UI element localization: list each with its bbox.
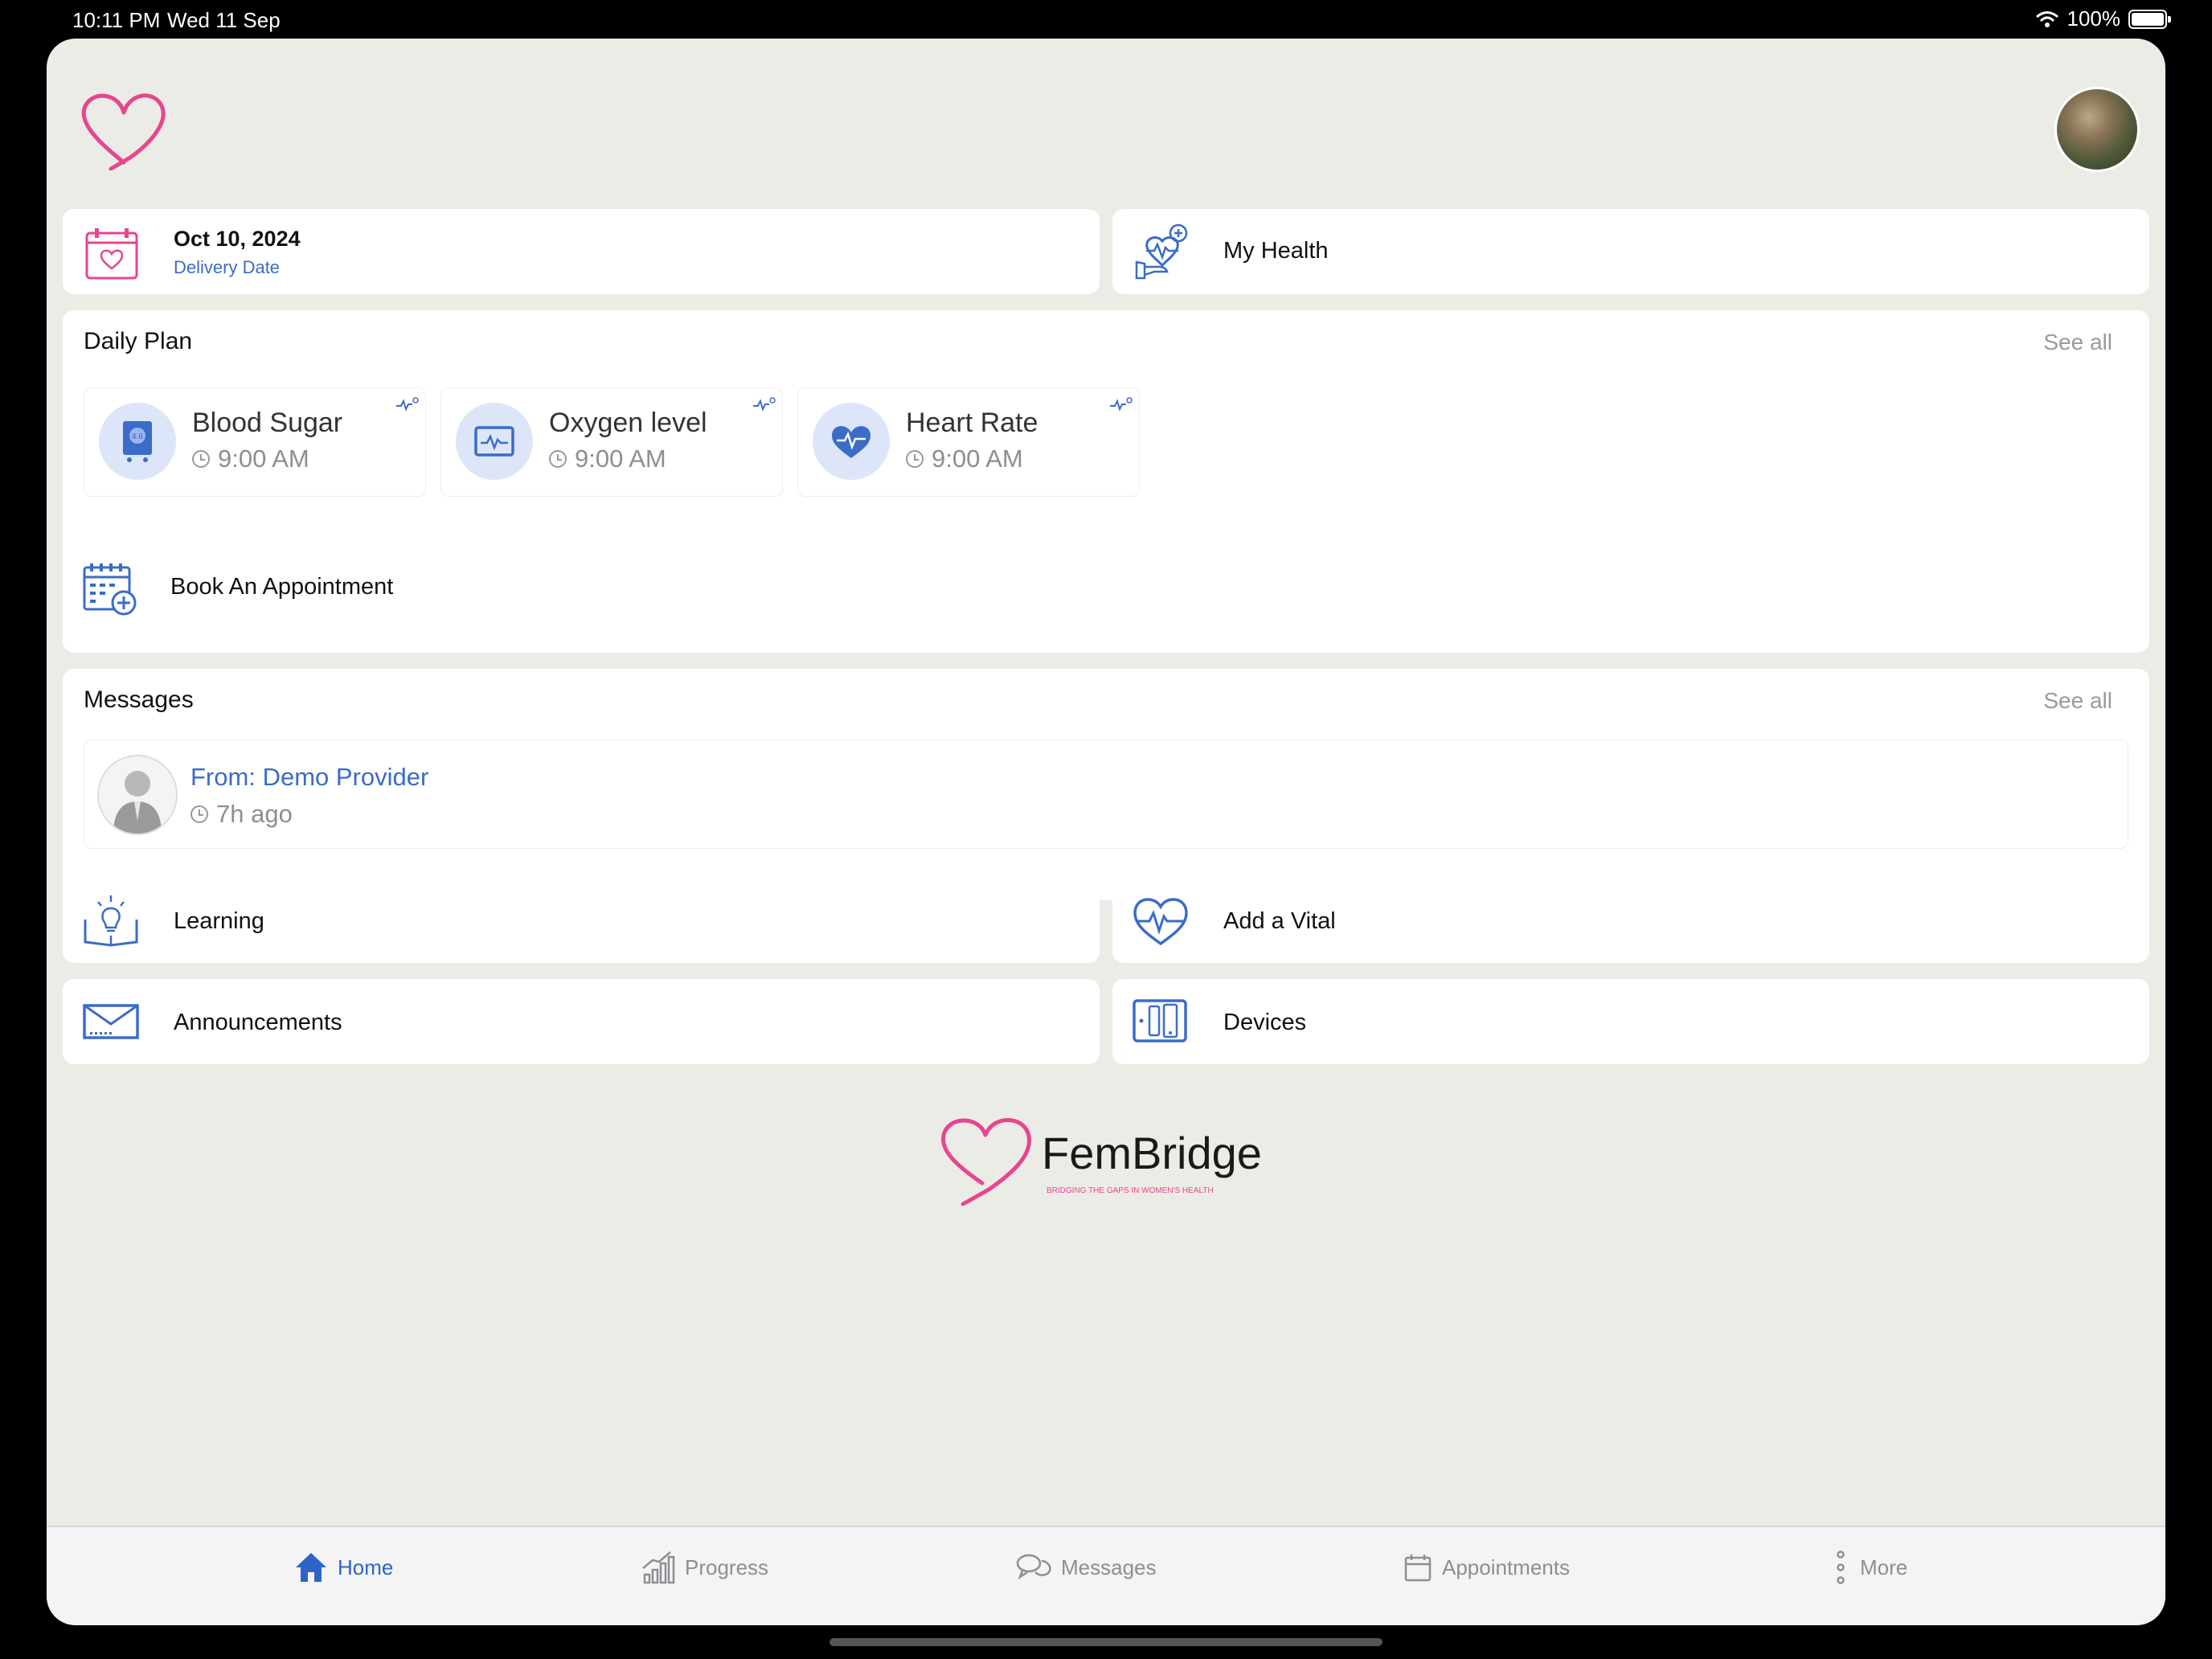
chat-bubbles-icon: [1016, 1554, 1051, 1580]
add-vital-card[interactable]: Add a Vital: [1112, 878, 2149, 963]
more-dots-icon: [1837, 1550, 1845, 1584]
calendar-icon: [1404, 1555, 1432, 1582]
tab-progress[interactable]: Progress: [641, 1527, 768, 1608]
tab-appointments[interactable]: Appointments: [1403, 1527, 1570, 1608]
envelope-icon: [83, 1004, 139, 1039]
heart-pulse-icon: [1133, 898, 1188, 946]
status-bar: 10:11 PM Wed 11 Sep 100%: [0, 0, 2212, 39]
daily-plan-item[interactable]: 4.6 Blood Sugar 9:00 AM: [84, 387, 426, 497]
my-health-label: My Health: [1223, 238, 1329, 264]
delivery-date-card[interactable]: Oct 10, 2024 Delivery Date: [63, 209, 1100, 294]
svg-text:4.6: 4.6: [132, 432, 143, 441]
message-from-name: Demo Provider: [262, 763, 429, 791]
tab-more-label: More: [1860, 1555, 1908, 1579]
daily-plan-item-title: Oxygen level: [549, 408, 707, 438]
brand-logo: FemBridge BRIDGING THE GAPS IN WOMEN'S H…: [939, 1112, 1276, 1209]
blood-sugar-meter-icon: 4.6: [99, 403, 176, 480]
oxygen-monitor-icon: [456, 403, 533, 480]
tab-home-label: Home: [338, 1555, 394, 1579]
provider-avatar: [97, 755, 178, 835]
app-window: Oct 10, 2024 Delivery Date My Health Dai…: [47, 39, 2165, 1625]
battery-percent: 100%: [2067, 6, 2121, 31]
daily-plan-title: Daily Plan: [84, 328, 193, 354]
messages-title: Messages: [84, 686, 194, 713]
calendar-heart-icon: [85, 228, 138, 280]
devices-card[interactable]: Devices: [1112, 979, 2149, 1064]
add-vital-label: Add a Vital: [1223, 908, 1336, 934]
tab-more[interactable]: More: [1831, 1527, 1907, 1608]
tab-messages-label: Messages: [1061, 1555, 1157, 1579]
book-appointment-card[interactable]: Book An Appointment: [63, 527, 2149, 653]
daily-plan-item-time: 9:00 AM: [218, 444, 309, 473]
messages-card: Messages See all From: Demo Provider 7h …: [63, 669, 2149, 900]
daily-plan-item-title: Heart Rate: [906, 408, 1038, 438]
clock-icon: [549, 450, 567, 468]
progress-chart-icon: [642, 1551, 675, 1584]
delivery-date-label: Delivery Date: [174, 257, 281, 277]
tab-progress-label: Progress: [685, 1555, 769, 1579]
clock-icon: [192, 450, 210, 468]
book-appointment-label: Book An Appointment: [170, 574, 394, 600]
tab-appointments-label: Appointments: [1442, 1555, 1570, 1579]
message-time: 7h ago: [216, 800, 293, 828]
tab-bar: Home Progress Messages Appointments More: [47, 1526, 2165, 1625]
battery-icon: [2128, 9, 2171, 29]
app-logo-heart-icon[interactable]: [79, 85, 169, 174]
devices-icon: [1133, 999, 1187, 1043]
message-from: From: Demo Provider: [190, 763, 428, 792]
wifi-icon: [2035, 10, 2058, 27]
clock-icon: [906, 450, 924, 468]
delivery-date-value: Oct 10, 2024: [174, 227, 301, 251]
brand-heart-icon: [941, 1118, 1031, 1206]
tab-home[interactable]: Home: [294, 1527, 393, 1608]
status-time: 10:11 PM: [72, 8, 161, 32]
sparkle-icon: [396, 397, 419, 412]
home-icon: [296, 1553, 326, 1582]
learning-book-bulb-icon: [84, 895, 138, 947]
messages-see-all[interactable]: See all: [2043, 688, 2112, 714]
learning-card[interactable]: Learning: [63, 878, 1100, 963]
devices-label: Devices: [1223, 1010, 1307, 1035]
calendar-add-icon: [83, 563, 137, 616]
my-health-card[interactable]: My Health: [1112, 209, 2149, 294]
daily-plan-item-time: 9:00 AM: [932, 444, 1023, 473]
daily-plan-item-time: 9:00 AM: [575, 444, 666, 473]
announcements-card[interactable]: Announcements: [63, 979, 1100, 1064]
battery-fill: [2132, 12, 2164, 26]
brand-tagline: BRIDGING THE GAPS IN WOMEN'S HEALTH: [1047, 1186, 1214, 1195]
heart-rate-icon: [813, 403, 890, 480]
daily-plan-item-title: Blood Sugar: [192, 408, 343, 438]
message-item[interactable]: From: Demo Provider 7h ago: [84, 739, 2128, 849]
learning-label: Learning: [174, 908, 264, 934]
brand-name: FemBridge: [1042, 1128, 1262, 1178]
sparkle-icon: [753, 397, 776, 412]
daily-plan-item[interactable]: Oxygen level 9:00 AM: [440, 387, 783, 497]
daily-plan-see-all[interactable]: See all: [2043, 330, 2112, 355]
announcements-label: Announcements: [174, 1010, 342, 1035]
clock-icon: [190, 805, 208, 823]
tab-messages[interactable]: Messages: [1016, 1527, 1157, 1608]
daily-plan-item[interactable]: Heart Rate 9:00 AM: [797, 387, 1140, 497]
health-hand-heart-icon: [1135, 223, 1188, 280]
status-date: Wed 11 Sep: [167, 8, 281, 32]
sparkle-icon: [1110, 397, 1133, 412]
message-from-label: From:: [190, 763, 256, 791]
daily-plan-card: Daily Plan See all 4.6 Blood Sugar 9:00 …: [63, 310, 2149, 550]
home-indicator[interactable]: [830, 1638, 1382, 1646]
user-avatar[interactable]: [2054, 87, 2140, 172]
